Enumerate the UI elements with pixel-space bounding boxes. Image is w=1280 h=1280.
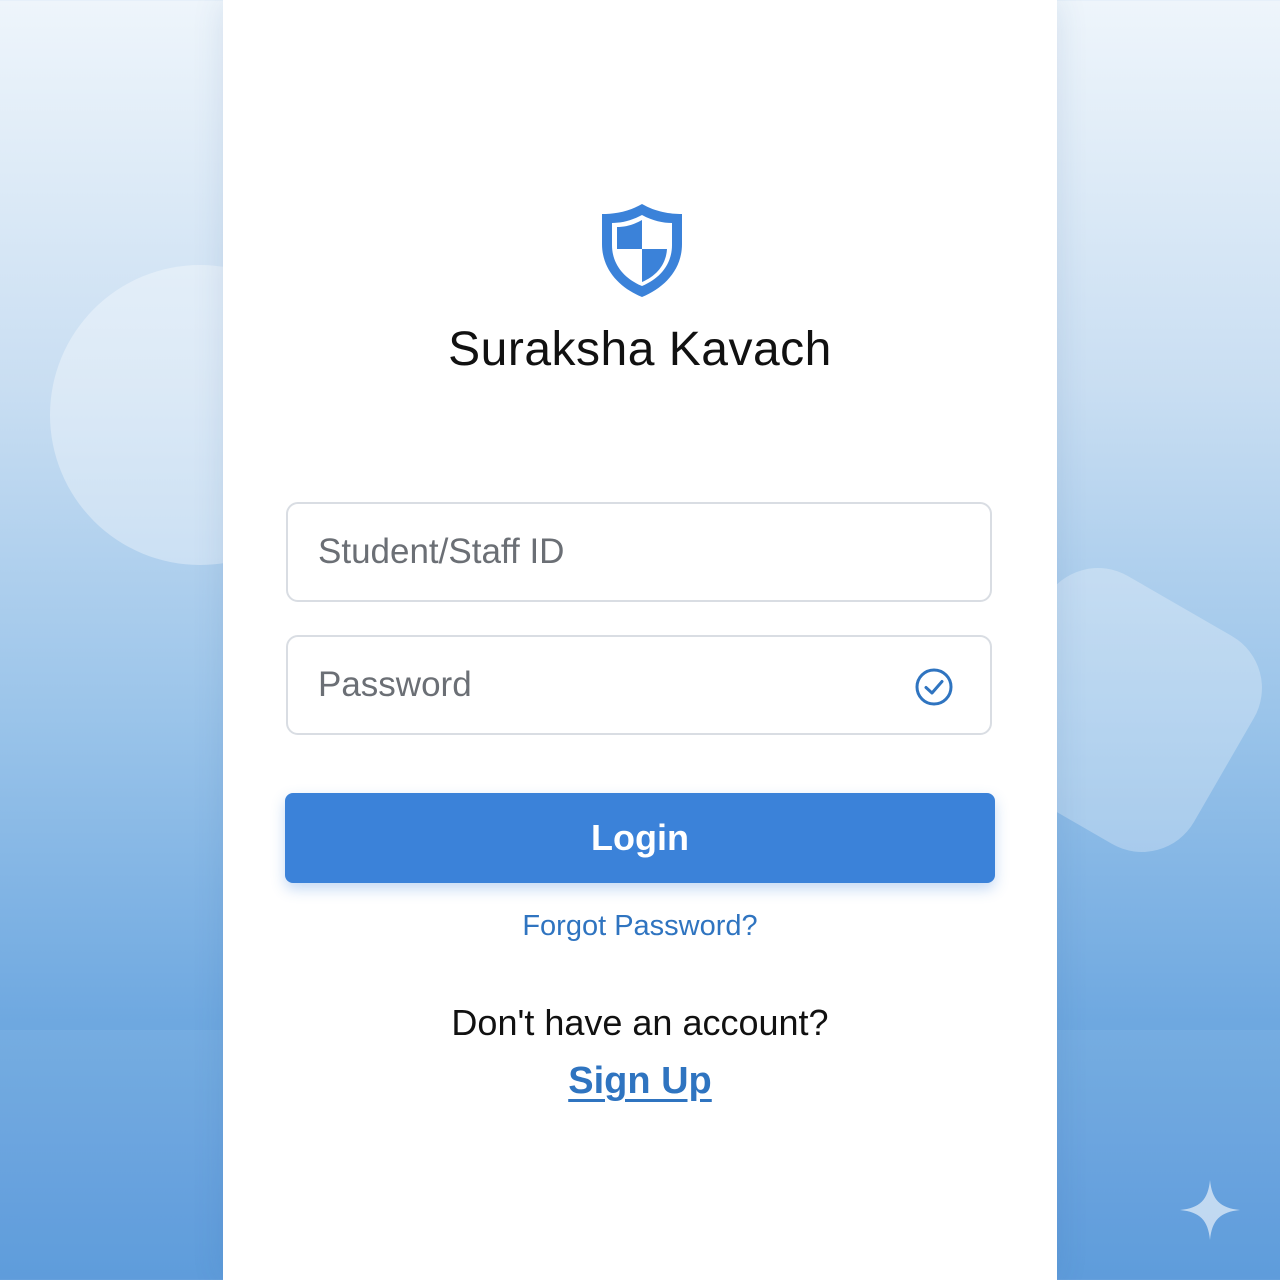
password-input[interactable] <box>318 637 898 733</box>
no-account-prompt: Don't have an account? <box>451 1002 829 1043</box>
student-staff-id-input[interactable] <box>318 504 898 600</box>
password-field[interactable] <box>286 635 992 735</box>
check-circle-icon <box>915 668 953 706</box>
shield-icon <box>602 204 682 297</box>
sign-up-link[interactable]: Sign Up <box>568 1060 712 1102</box>
app-title: Suraksha Kavach <box>448 323 832 376</box>
student-staff-id-field[interactable] <box>286 502 992 602</box>
sparkle-icon <box>1180 1180 1240 1240</box>
forgot-password-link[interactable]: Forgot Password? <box>0 910 1280 943</box>
signup-container: Sign Up <box>0 1060 1280 1103</box>
login-button[interactable]: Login <box>285 793 995 883</box>
